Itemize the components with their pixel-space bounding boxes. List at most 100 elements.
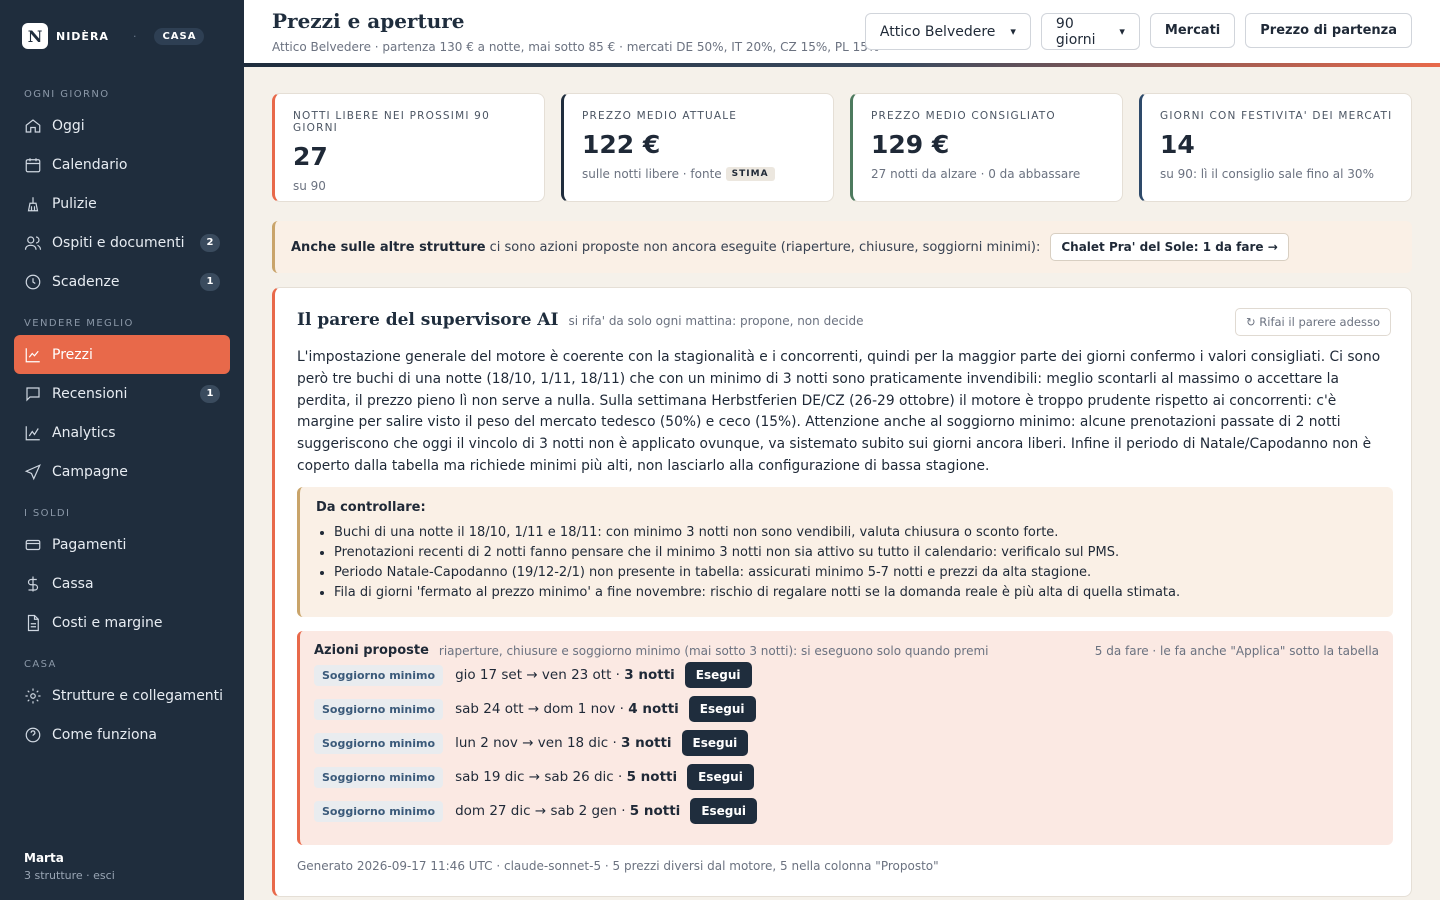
section-label-casa: CASA <box>24 659 57 670</box>
sidebar-item-label: Oggi <box>52 117 85 134</box>
action-dates: sab 24 ott → dom 1 nov · <box>455 701 629 717</box>
kpi-card-holidays: GIORNI CON FESTIVITA' DEI MERCATI 14 su … <box>1139 93 1412 202</box>
kpi-note: sulle notti libere · fonte STIMA <box>582 167 815 181</box>
page-title: Prezzi e aperture <box>272 9 465 33</box>
send-icon <box>24 463 41 480</box>
section-label-i-soldi: I SOLDI <box>24 508 71 519</box>
kpi-note: su 90: lì il consiglio sale fino al 30% <box>1160 167 1393 181</box>
checks-title: Da controllare: <box>316 500 426 515</box>
page-subtitle: Attico Belvedere · partenza 130 € a nott… <box>272 40 880 54</box>
execute-button[interactable]: Esegui <box>681 730 749 756</box>
sidebar-item-come-funziona[interactable]: Come funziona <box>14 715 230 754</box>
kpi-value: 122 € <box>582 130 661 159</box>
sidebar-item-ospiti[interactable]: Ospiti e documenti 2 <box>14 223 230 262</box>
execute-button[interactable]: Esegui <box>687 764 754 790</box>
home-icon <box>25 118 41 133</box>
logo-icon: N <box>22 23 48 49</box>
proposed-actions: Azioni proposte riaperture, chiusure e s… <box>297 631 1393 845</box>
sidebar-item-analytics[interactable]: Analytics <box>14 413 230 452</box>
analytics-icon <box>25 425 40 440</box>
kpi-note: 27 notti da alzare · 0 da abbassare <box>871 167 1104 181</box>
ai-supervisor-panel: Il parere del supervisore AI si rifa' da… <box>272 287 1412 897</box>
count-badge: 1 <box>200 272 220 291</box>
count-badge: 2 <box>200 233 220 252</box>
period-select-value: 90 giorni <box>1055 15 1096 48</box>
chevron-down-icon: ▾ <box>1010 25 1016 38</box>
property-select[interactable]: Attico Belvedere ▾ <box>864 13 1031 50</box>
execute-button[interactable]: Esegui <box>688 696 756 722</box>
kpi-label: NOTTI LIBERE NEI PROSSIMI 90 GIORNI <box>293 110 490 134</box>
kpi-card-suggested-price: PREZZO MEDIO CONSIGLIATO 129 € 27 notti … <box>850 93 1123 202</box>
action-dates: gio 17 set → ven 23 ott · <box>455 667 625 683</box>
sidebar-item-campagne[interactable]: Campagne <box>14 452 230 491</box>
action-type-tag: Soggiorno minimo <box>314 664 444 686</box>
action-text: lun 2 nov → ven 18 dic · 3 notti <box>455 735 671 751</box>
actions-subtitle: riaperture, chiusure e soggiorno minimo … <box>438 643 989 658</box>
base-price-button[interactable]: Prezzo di partenza <box>1245 13 1412 48</box>
brand-pill[interactable]: CASA <box>154 27 205 45</box>
chevron-down-icon: ▾ <box>1119 25 1125 38</box>
sidebar-item-label: Campagne <box>52 463 128 480</box>
markets-button[interactable]: Mercati <box>1149 13 1236 48</box>
panel-subtitle: si rifa' da solo ogni mattina: propone, … <box>568 314 864 328</box>
gear-icon <box>25 688 41 703</box>
period-select[interactable]: 90 giorni ▾ <box>1040 13 1140 50</box>
action-type-tag: Soggiorno minimo <box>314 800 444 822</box>
sidebar-item-scadenze[interactable]: Scadenze 1 <box>14 262 230 301</box>
sidebar-item-label: Recensioni <box>52 385 128 402</box>
kpi-label: GIORNI CON FESTIVITA' DEI MERCATI <box>1160 110 1393 122</box>
sidebar-item-costi[interactable]: Costi e margine <box>14 603 230 642</box>
action-type-tag: Soggiorno minimo <box>314 766 444 788</box>
action-row: Soggiorno minimo sab 24 ott → dom 1 nov … <box>314 692 1379 726</box>
sidebar-item-label: Ospiti e documenti <box>52 234 185 251</box>
action-row: Soggiorno minimo lun 2 nov → ven 18 dic … <box>314 726 1379 760</box>
sidebar-item-prezzi[interactable]: Prezzi <box>14 335 230 374</box>
panel-header: Il parere del supervisore AI si rifa' da… <box>297 310 864 330</box>
kpi-note-text: su 90: lì il consiglio sale fino al 30% <box>1160 167 1374 181</box>
actions-title: Azioni proposte <box>314 643 429 658</box>
sidebar: N NIDÈRA · CASA OGNI GIORNO Oggi Calenda… <box>0 0 244 900</box>
execute-button[interactable]: Esegui <box>684 662 752 688</box>
panel-title: Il parere del supervisore AI <box>297 310 559 330</box>
action-text: dom 27 dic → sab 2 gen · 5 notti <box>455 803 680 819</box>
sidebar-item-calendario[interactable]: Calendario <box>14 145 230 184</box>
top-bar: Prezzi e aperture Attico Belvedere · par… <box>244 0 1440 66</box>
sidebar-item-oggi[interactable]: Oggi <box>14 106 230 145</box>
other-property-button[interactable]: Chalet Pra' del Sole: 1 da fare → <box>1050 233 1289 261</box>
sidebar-item-label: Costi e margine <box>52 614 163 631</box>
kpi-value: 14 <box>1160 130 1195 159</box>
brand-name: NIDÈRA <box>56 29 109 43</box>
action-dates: dom 27 dic → sab 2 gen · <box>455 803 630 819</box>
generated-footer: Generato 2026-09-17 11:46 UTC · claude-s… <box>297 859 939 873</box>
dollar-icon <box>27 576 39 591</box>
banner-text: ci sono azioni proposte non ancora esegu… <box>489 239 1041 255</box>
sidebar-item-label: Prezzi <box>52 346 93 363</box>
sidebar-item-cassa[interactable]: Cassa <box>14 564 230 603</box>
execute-button[interactable]: Esegui <box>690 798 758 824</box>
sidebar-item-label: Pagamenti <box>52 536 127 553</box>
action-text: sab 19 dic → sab 26 dic · 5 notti <box>455 769 677 785</box>
count-badge: 1 <box>200 384 220 403</box>
kpi-value: 27 <box>293 142 328 171</box>
sidebar-item-label: Come funziona <box>52 726 157 743</box>
brand-separator: · <box>132 29 137 43</box>
section-label-ogni-giorno: OGNI GIORNO <box>24 89 110 100</box>
sidebar-item-pulizie[interactable]: Pulizie <box>14 184 230 223</box>
redo-opinion-button[interactable]: ↻ Rifai il parere adesso <box>1234 308 1391 336</box>
sidebar-item-pagamenti[interactable]: Pagamenti <box>14 525 230 564</box>
ai-opinion-text: L'impostazione generale del motore è coe… <box>297 349 1381 474</box>
list-item: Periodo Natale-Capodanno (19/12-2/1) non… <box>334 563 1377 583</box>
header-gradient-line <box>244 63 1440 67</box>
broom-icon <box>27 196 39 211</box>
checks-box: Da controllare: Buchi di una notte il 18… <box>297 487 1393 617</box>
section-label-vendere-meglio: VENDERE MEGLIO <box>24 318 134 329</box>
action-nights: 5 notti <box>629 803 681 819</box>
action-nights: 4 notti <box>628 701 679 717</box>
sidebar-item-recensioni[interactable]: Recensioni 1 <box>14 374 230 413</box>
actions-header: Azioni proposte riaperture, chiusure e s… <box>314 643 1379 658</box>
sidebar-item-label: Calendario <box>52 156 128 173</box>
action-nights: 3 notti <box>624 667 675 683</box>
sidebar-item-strutture[interactable]: Strutture e collegamenti <box>14 676 230 715</box>
chart-line-icon <box>25 347 40 362</box>
user-logout-link[interactable]: 3 strutture · esci <box>24 869 115 882</box>
